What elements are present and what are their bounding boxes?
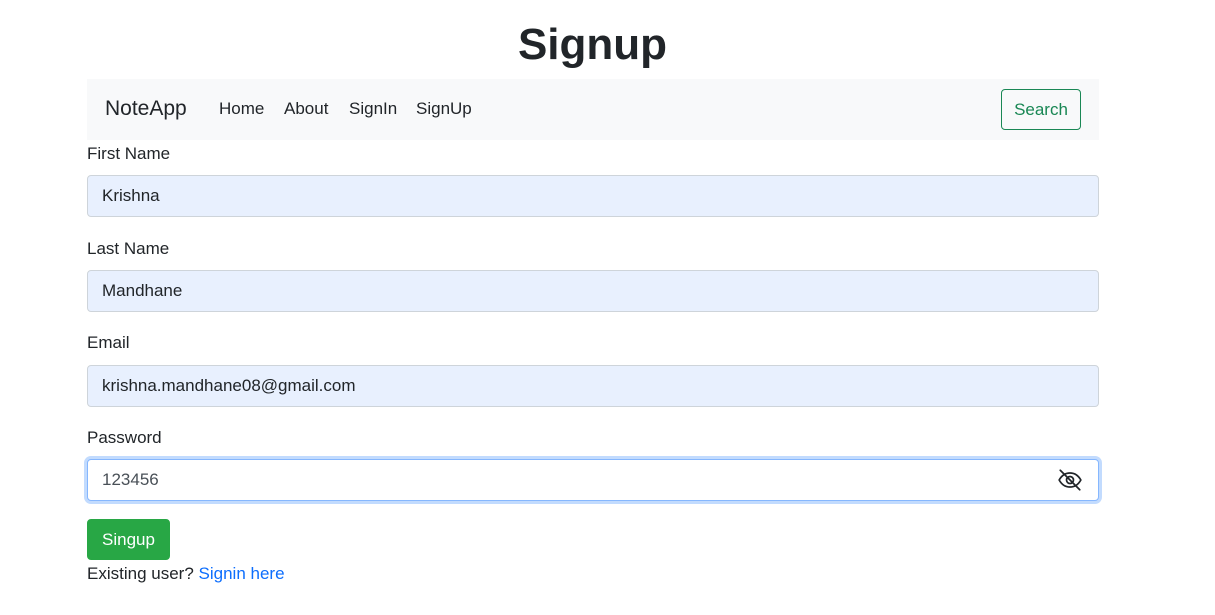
signin-link[interactable]: Signin here (199, 564, 285, 583)
first-name-label: First Name (87, 144, 171, 163)
last-name-input[interactable] (87, 270, 1099, 312)
nav-link-signup[interactable]: SignUp (416, 98, 472, 120)
email-label: Email (87, 333, 130, 352)
password-label: Password (87, 428, 162, 447)
password-input[interactable] (87, 459, 1099, 501)
navbar-brand[interactable]: NoteApp (105, 96, 187, 122)
eye-slash-icon[interactable] (1057, 467, 1083, 493)
signin-prompt: Existing user? Signin here (87, 563, 285, 585)
last-name-label: Last Name (87, 239, 170, 258)
signup-submit-button[interactable]: Singup (87, 519, 170, 560)
nav-link-home[interactable]: Home (219, 98, 264, 120)
nav-link-about[interactable]: About (284, 98, 328, 120)
search-button[interactable]: Search (1001, 89, 1081, 130)
navbar: NoteApp Home About SignIn SignUp Search (87, 79, 1099, 140)
page-title: Signup (517, 20, 668, 69)
email-input[interactable] (87, 365, 1099, 407)
first-name-input[interactable] (87, 175, 1099, 217)
nav-link-signin[interactable]: SignIn (349, 98, 397, 120)
existing-user-text: Existing user? (87, 564, 194, 583)
